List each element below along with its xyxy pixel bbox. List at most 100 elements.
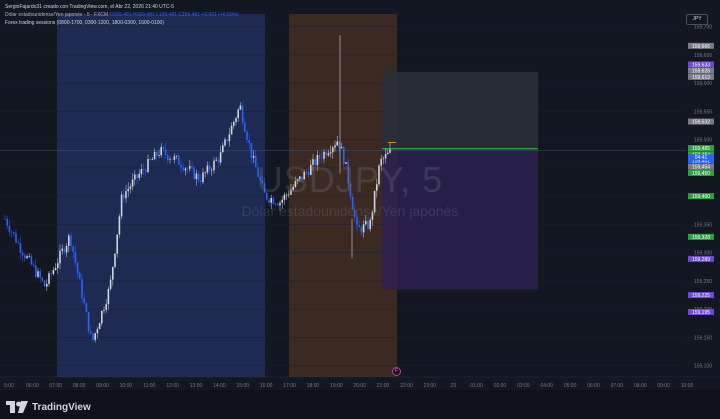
candle-body: [167, 155, 169, 161]
candle-body: [327, 153, 330, 156]
candle-body: [101, 310, 103, 324]
event-marker[interactable]: F: [392, 367, 401, 376]
candle-body: [28, 256, 30, 257]
price-tick-label: 159,500: [694, 138, 712, 144]
candle-body: [217, 159, 220, 163]
candle-body: [186, 168, 189, 170]
candle-body: [325, 151, 327, 156]
candle-body: [211, 170, 213, 171]
time-tick-label: 08:00: [634, 383, 647, 389]
price-label: 159,225: [692, 293, 710, 299]
candle-body: [50, 273, 52, 275]
candle-body: [19, 242, 22, 253]
candle-body: [380, 158, 382, 166]
time-tick-label: 08:00: [73, 383, 86, 389]
footer: [0, 390, 720, 419]
price-label: 159,289: [692, 257, 710, 263]
indicator-line[interactable]: Forex trading sessions (0800-1700, 0300-…: [5, 19, 239, 27]
candle-body: [213, 160, 215, 171]
candle-body: [376, 184, 378, 191]
tradingview-logo-icon: [6, 401, 28, 413]
time-tick-label: 07:00: [611, 383, 624, 389]
chart-area[interactable]: 159,700 159,650 159,600 159,550 159,500 159,4…: [0, 0, 720, 390]
candle-body: [90, 331, 92, 334]
candle-body: [98, 323, 101, 330]
candle-body: [189, 166, 191, 169]
candle-body: [343, 147, 345, 164]
price-chart[interactable]: 159,700 159,650 159,600 159,550 159,500 159,4…: [0, 0, 720, 390]
candle-body: [180, 164, 182, 168]
candle-body: [81, 279, 83, 299]
candle-body: [195, 173, 198, 179]
candle-body: [321, 158, 323, 159]
candle-body: [362, 224, 365, 233]
candle-body: [160, 147, 162, 156]
candle-body: [283, 194, 286, 200]
price-tick-label: 159,150: [694, 335, 712, 341]
candle-body: [233, 121, 235, 126]
candle-body: [92, 333, 94, 341]
candle-body: [230, 125, 233, 135]
candle-body: [134, 174, 136, 180]
candle-body: [365, 220, 367, 225]
candle-body: [263, 183, 266, 193]
candle-body: [266, 192, 268, 200]
time-tick-label: 07:00: [50, 383, 63, 389]
candle-body: [270, 198, 272, 203]
candle-body: [279, 202, 281, 206]
price-label: 159,613: [692, 75, 710, 81]
candle-body: [59, 250, 61, 264]
candle-body: [140, 169, 143, 174]
candle-body: [107, 288, 110, 305]
candle-body: [147, 158, 149, 173]
candle-body: [105, 304, 107, 310]
candle-body: [61, 248, 63, 251]
tradingview-logo-text: TradingView: [32, 401, 91, 413]
candle-body: [237, 109, 239, 119]
candle-body: [241, 105, 244, 123]
candle-body: [219, 152, 222, 163]
candle-body: [274, 203, 277, 205]
candle-body: [57, 263, 59, 268]
candle-body: [153, 151, 156, 160]
candle-body: [305, 171, 308, 173]
time-tick-label: 23:00: [424, 383, 437, 389]
candle-body: [268, 199, 270, 203]
currency-badge[interactable]: JPY: [686, 14, 708, 25]
price-tick-label: 159,650: [694, 53, 712, 59]
candle-body: [83, 298, 85, 304]
candle-body: [193, 167, 195, 179]
candle-body: [37, 271, 39, 277]
candle-body: [52, 270, 55, 275]
price-tick-label: 159,300: [694, 251, 712, 257]
symbol-name[interactable]: Dólar estadounidense/Yen japonés · 5 · F…: [5, 12, 108, 18]
candle-body: [169, 159, 171, 161]
time-tick-label: 12:00: [166, 383, 179, 389]
price-tick-label: 159,350: [694, 222, 712, 228]
candle-body: [250, 142, 253, 158]
time-tick-label: 15:00: [237, 383, 250, 389]
candle-body: [257, 167, 259, 177]
candle-body: [63, 248, 66, 253]
candle-body: [118, 216, 121, 235]
countdown-label: 04:41: [695, 155, 708, 161]
tradingview-logo[interactable]: TradingView: [6, 401, 91, 413]
candle-body: [178, 155, 180, 165]
creator-line: SergioFajardo31 creado con TradingView.c…: [5, 4, 174, 10]
candle-body: [74, 251, 77, 263]
symbol-line: Dólar estadounidense/Yen japonés · 5 · F…: [5, 11, 239, 19]
candle-body: [30, 256, 33, 265]
candle-body: [246, 131, 248, 141]
candle-body: [299, 176, 301, 180]
candle-body: [277, 204, 279, 206]
candle-body: [281, 199, 283, 203]
candle-body: [127, 188, 129, 192]
candle-body: [239, 105, 242, 110]
candle-body: [206, 165, 209, 173]
candle-body: [336, 141, 338, 146]
time-tick-label: 16:00: [260, 383, 273, 389]
price-label: 159,633: [692, 62, 710, 68]
candle-body: [340, 147, 343, 149]
candle-body: [285, 194, 288, 196]
candle-body: [382, 158, 385, 159]
